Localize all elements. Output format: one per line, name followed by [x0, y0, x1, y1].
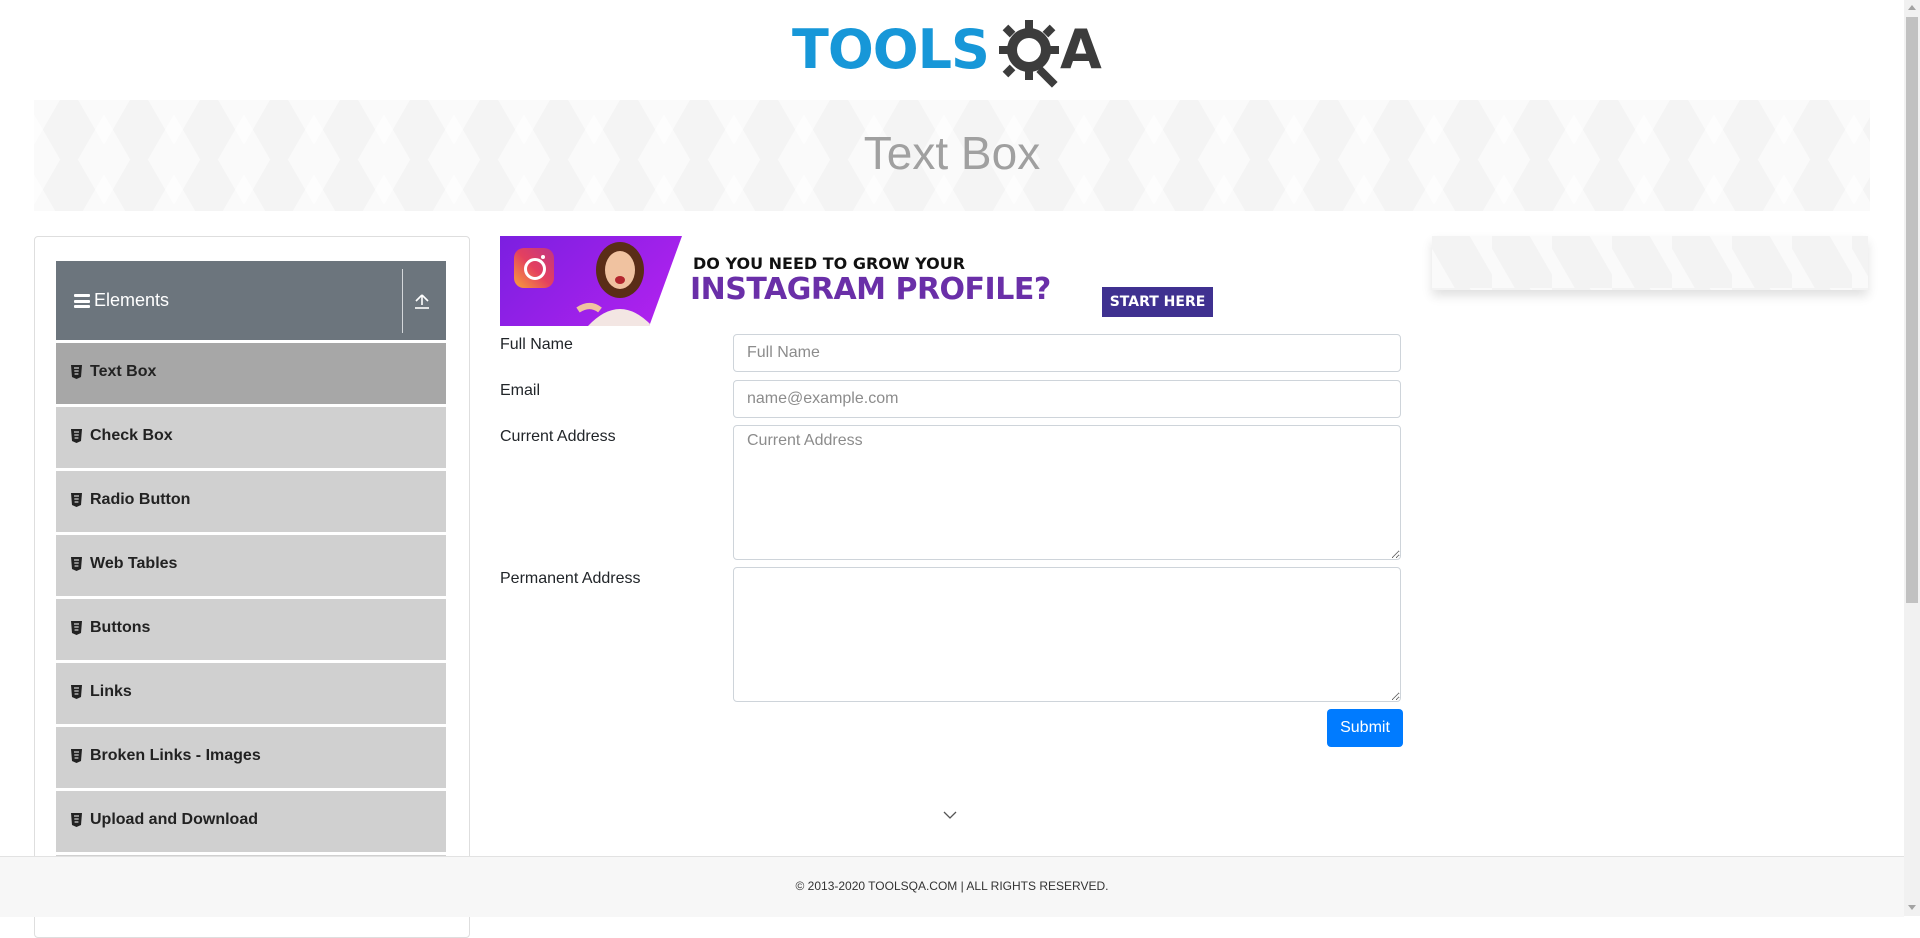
hamburger-icon	[74, 294, 90, 308]
scroll-up-arrow-icon[interactable]	[1908, 5, 1916, 10]
email-input[interactable]	[733, 380, 1401, 418]
toolsqa-logo[interactable]: TOOLS A	[792, 14, 1116, 90]
elements-group-header[interactable]: Elements	[56, 261, 446, 340]
chevron-down-icon[interactable]	[943, 810, 957, 820]
footer: © 2013-2020 TOOLSQA.COM | ALL RIGHTS RES…	[0, 856, 1904, 917]
instagram-icon	[514, 248, 554, 288]
ad-start-here-button[interactable]: START HERE	[1102, 287, 1213, 317]
elements-menu: Text Box Check Box Radio Button Web Tabl…	[56, 343, 446, 919]
html5-icon	[71, 749, 82, 763]
instagram-ad-banner[interactable]: DO YOU NEED TO GROW YOUR INSTAGRAM PROFI…	[500, 236, 1220, 326]
permanent-address-label: Permanent Address	[500, 570, 641, 587]
submit-button[interactable]: Submit	[1327, 709, 1403, 747]
right-ad-placeholder	[1432, 236, 1868, 290]
sidebar-item-label: Check Box	[90, 427, 173, 444]
html5-icon	[71, 813, 82, 827]
html5-icon	[71, 429, 82, 443]
ad-woman-image	[576, 242, 652, 326]
elements-group-title: Elements	[94, 290, 170, 310]
full-name-label: Full Name	[500, 336, 573, 353]
gear-magnifier-icon	[999, 20, 1059, 88]
logo-text-a: A	[1060, 18, 1102, 81]
sidebar-item-label: Links	[90, 683, 132, 700]
sidebar-item-web-tables[interactable]: Web Tables	[56, 535, 446, 596]
html5-icon	[71, 493, 82, 507]
page-banner: Text Box	[34, 100, 1870, 211]
sidebar-item-text-box[interactable]: Text Box	[56, 343, 446, 404]
ad-headline: DO YOU NEED TO GROW YOUR	[693, 254, 966, 273]
group-header-divider	[402, 269, 403, 333]
sidebar: Elements Text Box Check Box Radio Button…	[34, 236, 470, 938]
html5-icon	[71, 685, 82, 699]
upload-arrow-icon[interactable]	[412, 291, 432, 311]
sidebar-item-broken-links-images[interactable]: Broken Links - Images	[56, 727, 446, 788]
scrollbar-thumb[interactable]	[1906, 17, 1918, 603]
sidebar-item-label: Upload and Download	[90, 811, 258, 828]
html5-icon	[71, 365, 82, 379]
current-address-label: Current Address	[500, 428, 616, 445]
ad-image-panel	[500, 236, 682, 326]
html5-icon	[71, 557, 82, 571]
scroll-down-arrow-icon[interactable]	[1908, 905, 1916, 910]
sidebar-item-label: Radio Button	[90, 491, 191, 508]
logo-text-tools: TOOLS	[792, 18, 990, 81]
sidebar-item-radio-button[interactable]: Radio Button	[56, 471, 446, 532]
sidebar-item-upload-and-download[interactable]: Upload and Download	[56, 791, 446, 852]
current-address-textarea[interactable]	[733, 425, 1401, 560]
page-title: Text Box	[863, 127, 1041, 179]
full-name-input[interactable]	[733, 334, 1401, 372]
sidebar-item-links[interactable]: Links	[56, 663, 446, 724]
sidebar-item-check-box[interactable]: Check Box	[56, 407, 446, 468]
sidebar-item-label: Web Tables	[90, 555, 178, 572]
sidebar-item-label: Text Box	[90, 363, 157, 380]
copyright-text: © 2013-2020 TOOLSQA.COM | ALL RIGHTS RES…	[795, 879, 1109, 893]
email-label: Email	[500, 382, 541, 399]
sidebar-item-label: Buttons	[90, 619, 151, 636]
html5-icon	[71, 621, 82, 635]
sidebar-item-buttons[interactable]: Buttons	[56, 599, 446, 660]
sidebar-item-label: Broken Links - Images	[90, 747, 261, 764]
permanent-address-textarea[interactable]	[733, 567, 1401, 702]
ad-subheadline: INSTAGRAM PROFILE?	[690, 272, 1051, 307]
